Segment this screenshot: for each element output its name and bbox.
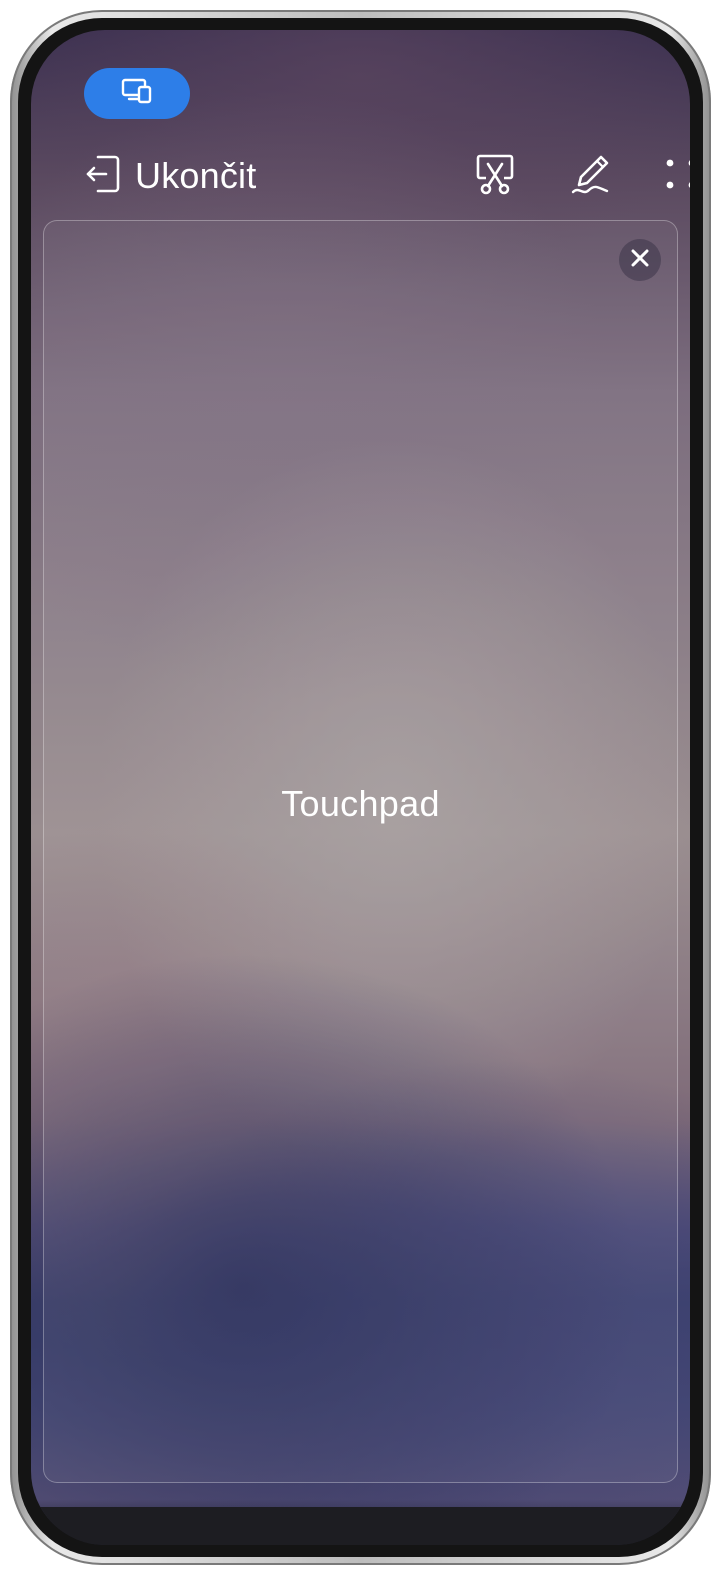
exit-arrow-icon — [85, 154, 121, 199]
touchpad-label: Touchpad — [281, 783, 440, 824]
exit-button[interactable]: Ukončit — [85, 148, 256, 204]
exit-label: Ukončit — [135, 155, 257, 196]
screen-bottom-strip — [31, 1507, 690, 1545]
phone-pc-devices-icon — [121, 78, 153, 109]
phone-bezel: Ukončit Touchpad — [18, 18, 703, 1557]
touchpad-area[interactable]: Touchpad — [43, 220, 678, 1483]
annotate-button[interactable] — [567, 152, 615, 200]
device-mode-button[interactable] — [84, 68, 190, 119]
more-button[interactable] — [657, 152, 690, 200]
phone-screen: Ukončit Touchpad — [31, 30, 690, 1545]
screenshot-scissors-icon — [474, 152, 518, 201]
close-icon — [630, 248, 650, 273]
annotate-pen-icon — [569, 152, 613, 201]
screenshot-button[interactable] — [472, 152, 520, 200]
touchpad-close-button[interactable] — [619, 239, 661, 281]
more-dots-icon — [661, 154, 690, 199]
phone-frame: Ukončit Touchpad — [10, 10, 711, 1565]
